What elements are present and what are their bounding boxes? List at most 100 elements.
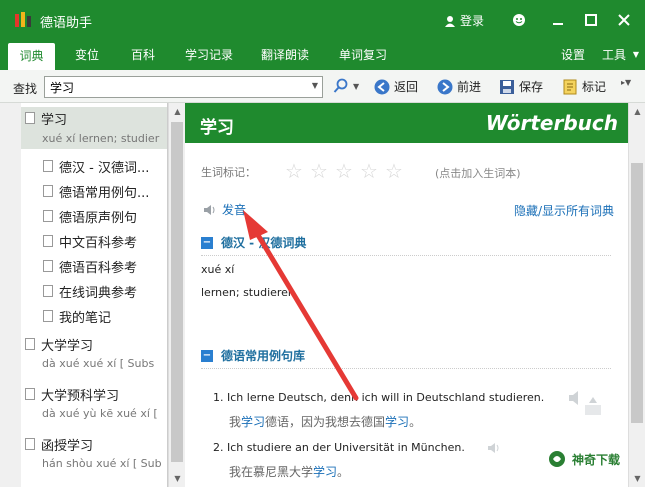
document-icon: [43, 185, 53, 197]
tab-conjugation[interactable]: 变位: [64, 40, 110, 70]
find-label: 查找: [13, 82, 38, 96]
list-item-main[interactable]: 学习: [21, 107, 167, 129]
result-list: 学习 xué xí lernen; studier 德汉 - 汉德词... 德语…: [21, 103, 168, 487]
example-cn-text: 。: [409, 415, 422, 429]
headword: 学习: [200, 118, 234, 138]
list-item-audio-examples[interactable]: 德语原声例句: [21, 205, 167, 227]
login-button[interactable]: 登录: [444, 12, 484, 29]
search-dropdown-icon[interactable]: ▼: [312, 81, 318, 90]
example-cn-highlight: 学习: [241, 415, 266, 429]
document-icon: [43, 285, 53, 297]
pronounce-button[interactable]: 发音: [203, 201, 246, 218]
toolbar-more-icon[interactable]: ▸▼: [621, 78, 631, 87]
forward-arrow-icon: [437, 79, 453, 94]
document-icon: [25, 388, 35, 400]
search-input[interactable]: [45, 77, 295, 97]
minimize-icon: [553, 23, 563, 25]
forward-button[interactable]: 前进: [437, 78, 481, 95]
pronounce-label: 发音: [222, 203, 247, 217]
back-arrow-icon: [374, 79, 390, 94]
tools-menu[interactable]: 工具: [596, 40, 632, 70]
search-box[interactable]: ▼: [44, 76, 323, 98]
maximize-button[interactable]: [580, 9, 602, 31]
login-label: 登录: [460, 14, 485, 28]
collapse-icon[interactable]: −: [201, 236, 213, 249]
example-cn-text: 。: [337, 465, 350, 479]
back-button[interactable]: 返回: [374, 78, 418, 95]
search-icon: [333, 78, 348, 93]
mark-button[interactable]: 标记: [562, 78, 606, 95]
star-icon[interactable]: ☆: [335, 159, 353, 183]
list-item-cn-encyclopedia[interactable]: 中文百科参考: [21, 230, 167, 252]
tab-study-record[interactable]: 学习记录: [176, 40, 242, 70]
document-icon: [43, 260, 53, 272]
star-icon[interactable]: ☆: [310, 159, 328, 183]
right-scrollbar[interactable]: ▲ ▼: [628, 103, 645, 487]
smiley-icon: [513, 14, 525, 26]
toggle-all-dicts-link[interactable]: 隐藏/显示所有词典: [514, 202, 614, 219]
save-icon: [500, 79, 514, 94]
star-icon[interactable]: ☆: [360, 159, 378, 183]
app-logo-icon: [15, 12, 31, 27]
scroll-thumb[interactable]: [631, 163, 643, 423]
back-label: 返回: [394, 80, 419, 94]
close-button[interactable]: [613, 9, 635, 31]
scroll-thumb[interactable]: [171, 122, 183, 462]
example-sentence: 1. Ich lerne Deutsch, denn ich will in D…: [213, 391, 544, 404]
document-icon: [25, 112, 35, 124]
list-item-sub: hán shòu xué xí [ Sub: [42, 457, 162, 470]
save-button[interactable]: 保存: [499, 78, 543, 95]
search-options-icon[interactable]: ▼: [353, 82, 359, 91]
scroll-up-icon[interactable]: ▲: [629, 103, 645, 120]
play-audio-icon[interactable]: [567, 389, 607, 417]
speaker-icon[interactable]: [487, 442, 501, 454]
search-button[interactable]: ▼: [333, 78, 359, 94]
star-icon[interactable]: ☆: [285, 159, 303, 183]
example-sentence: 2. Ich studiere an der Universität in Mü…: [213, 441, 465, 454]
list-item-online-dict[interactable]: 在线词典参考: [21, 280, 167, 302]
settings-menu[interactable]: 设置: [555, 40, 591, 70]
mark-label: 标记: [582, 80, 607, 94]
example-number: 1.: [213, 391, 224, 404]
tab-translate-read[interactable]: 翻译朗读: [252, 40, 318, 70]
list-item-label: 大学预科学习: [41, 388, 120, 404]
tab-dictionary[interactable]: 词典: [8, 43, 55, 70]
document-icon: [43, 310, 53, 322]
tools-dropdown-icon[interactable]: ▼: [630, 40, 642, 70]
toolbar: 查找 ▼ ▼ 返回 前进 保存 标记 ▸▼: [0, 70, 645, 103]
watermark-logo-icon: [549, 451, 565, 467]
list-item-de-encyclopedia[interactable]: 德语百科参考: [21, 255, 167, 277]
scroll-down-icon[interactable]: ▼: [169, 470, 186, 487]
list-item-dict-de-cn[interactable]: 德汉 - 汉德词...: [21, 155, 167, 177]
tab-word-review[interactable]: 单词复习: [330, 40, 396, 70]
brand-wordmark: Wörterbuch: [485, 111, 618, 135]
user-icon: [445, 15, 455, 27]
close-icon: [618, 14, 630, 26]
collapse-icon[interactable]: −: [201, 349, 213, 362]
list-item-common-examples[interactable]: 德语常用例句...: [21, 180, 167, 202]
list-item-label: 德语常用例句...: [59, 185, 150, 201]
left-scrollbar[interactable]: ▲ ▼: [168, 103, 185, 487]
dict-section-header[interactable]: − 德汉 - 汉德词典: [201, 234, 611, 256]
watermark-text: 神奇下载: [572, 452, 621, 467]
entry-header: 学习 Wörterbuch: [185, 103, 628, 143]
list-item-sub: dà xué xué xí [ Subs: [42, 357, 155, 370]
save-label: 保存: [519, 80, 544, 94]
list-item-correspondence-study[interactable]: 函授学习: [21, 433, 167, 455]
example-cn-text: 德语，因为我想去德国: [265, 415, 386, 429]
example-cn-text: 我在慕尼黑大学: [229, 465, 314, 479]
example-number: 2.: [213, 441, 224, 454]
speaker-icon: [204, 204, 215, 215]
list-item-my-notes[interactable]: 我的笔记: [21, 305, 167, 327]
star-icon[interactable]: ☆: [385, 159, 403, 183]
scroll-up-icon[interactable]: ▲: [169, 103, 186, 120]
tab-encyclopedia[interactable]: 百科: [120, 40, 166, 70]
list-item-preparatory-study[interactable]: 大学预科学习: [21, 383, 167, 405]
examples-section-header[interactable]: − 德语常用例句库: [201, 347, 611, 369]
scroll-down-icon[interactable]: ▼: [629, 470, 645, 487]
stars-label: 生词标记：: [201, 166, 256, 179]
minimize-button[interactable]: [547, 9, 569, 31]
list-item-university-study[interactable]: 大学学习: [21, 333, 167, 355]
smiley-button[interactable]: [508, 9, 530, 31]
document-icon: [43, 160, 53, 172]
